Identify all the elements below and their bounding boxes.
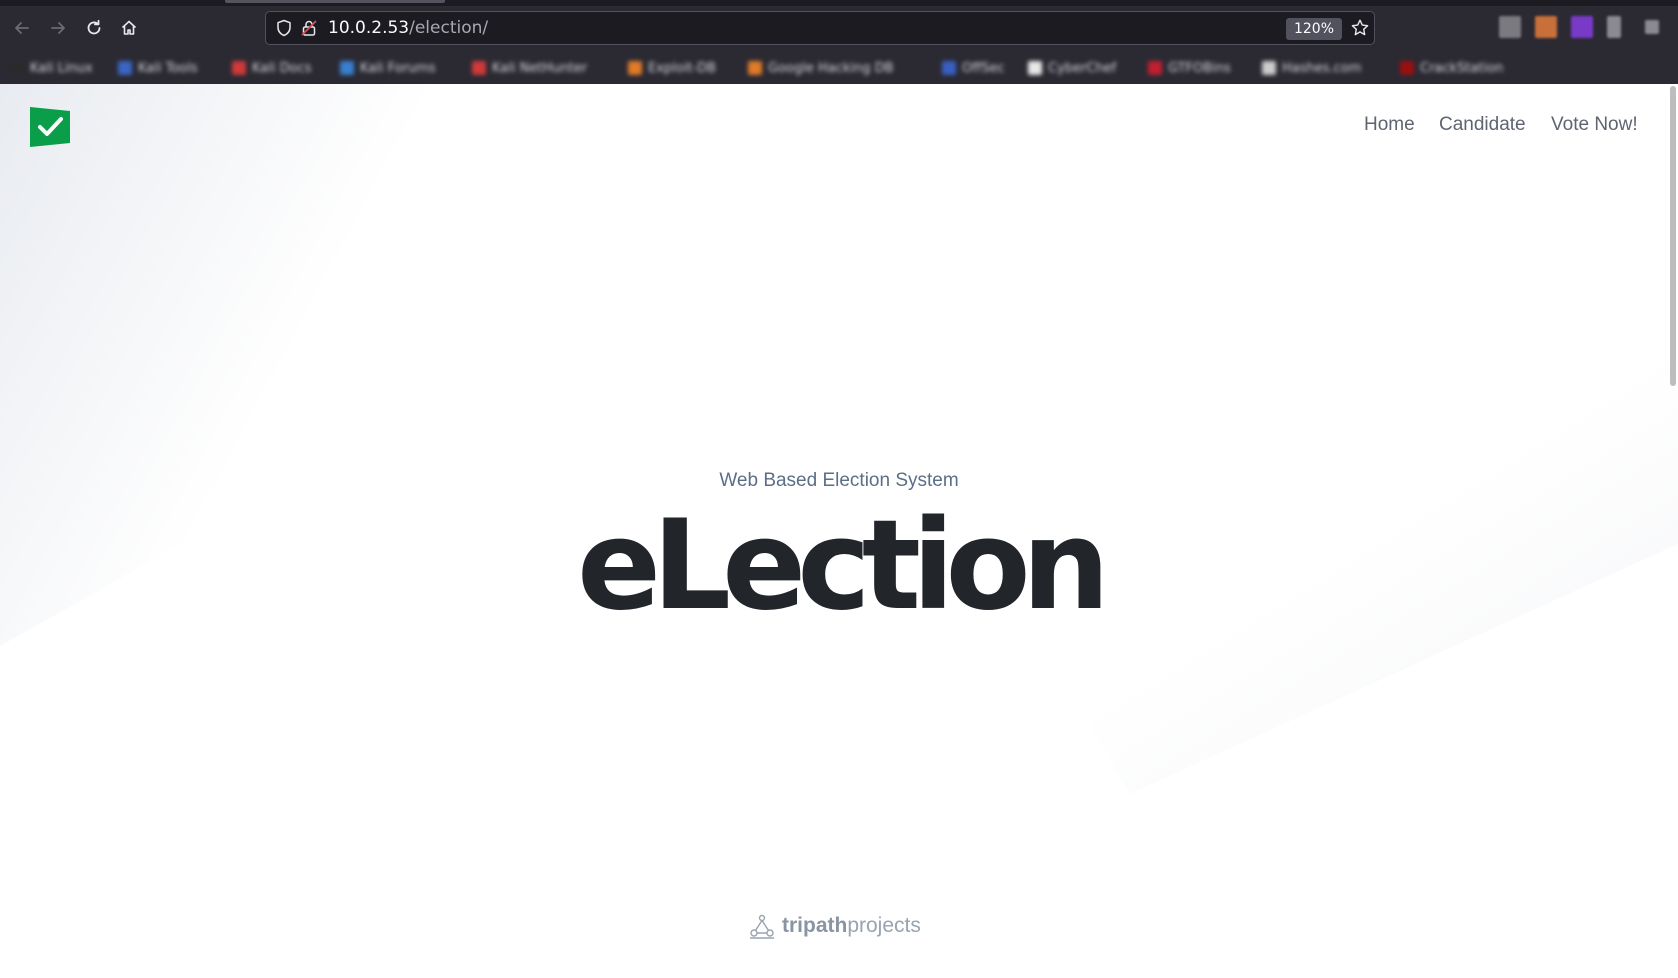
bookmark-item[interactable]: Kali NetHunter: [472, 58, 587, 78]
bookmark-label: Kali Linux: [30, 60, 93, 76]
home-button[interactable]: [115, 14, 143, 42]
browser-toolbar: 10.0.2.53/election/ 120% Kali Linux Kali…: [0, 0, 1678, 84]
extension-icon[interactable]: [1535, 16, 1557, 38]
bookmark-star-icon[interactable]: [1350, 18, 1370, 38]
bookmark-label: Google Hacking DB: [768, 60, 894, 76]
bookmark-favicon-icon: [748, 61, 762, 75]
bookmark-label: CrackStation: [1420, 60, 1504, 76]
bookmark-label: Kali Tools: [138, 60, 198, 76]
nav-home-link[interactable]: Home: [1364, 114, 1415, 136]
bookmark-label: OffSec: [962, 60, 1005, 76]
bookmark-favicon-icon: [118, 61, 132, 75]
bookmark-item[interactable]: OffSec: [942, 58, 1005, 78]
bookmark-favicon-icon: [1148, 61, 1162, 75]
url-text[interactable]: 10.0.2.53/election/: [328, 18, 488, 38]
bookmark-item[interactable]: Exploit-DB: [628, 58, 716, 78]
bookmark-favicon-icon: [340, 61, 354, 75]
url-host: 10.0.2.53: [328, 18, 410, 38]
hero-subtitle: Web Based Election System: [719, 470, 959, 491]
reload-button[interactable]: [80, 14, 108, 42]
hero-title: eLection: [577, 494, 1110, 638]
bookmarks-toolbar: Kali Linux Kali Tools Kali Docs Kali For…: [0, 52, 1678, 82]
bookmark-item[interactable]: Kali Forums: [340, 58, 436, 78]
page-scrollbar[interactable]: [1670, 86, 1676, 386]
address-bar[interactable]: 10.0.2.53/election/ 120%: [265, 11, 1375, 45]
reload-icon: [87, 19, 101, 35]
extension-icon[interactable]: [1499, 16, 1521, 38]
home-icon: [121, 20, 137, 35]
bookmark-item[interactable]: CrackStation: [1400, 58, 1503, 78]
nav-vote-now-link[interactable]: Vote Now!: [1551, 114, 1638, 136]
nav-candidate-link[interactable]: Candidate: [1439, 114, 1526, 136]
extension-icon[interactable]: [1607, 16, 1621, 38]
back-button[interactable]: [8, 14, 36, 42]
tripath-logo-icon: [750, 914, 774, 939]
bookmark-label: Exploit-DB: [648, 60, 717, 76]
bookmark-item[interactable]: Kali Linux: [10, 58, 93, 78]
bookmark-favicon-icon: [10, 61, 24, 75]
bookmark-favicon-icon: [1400, 61, 1414, 75]
bookmark-label: Kali Docs: [252, 60, 312, 76]
zoom-indicator[interactable]: 120%: [1286, 18, 1342, 40]
bookmark-item[interactable]: Kali Docs: [232, 58, 312, 78]
bookmark-favicon-icon: [628, 61, 642, 75]
tracking-protection-shield-icon[interactable]: [275, 19, 293, 37]
forward-button[interactable]: [44, 14, 72, 42]
bookmark-label: Kali Forums: [360, 60, 436, 76]
bookmark-item[interactable]: Kali Tools: [118, 58, 198, 78]
bookmark-item[interactable]: Google Hacking DB: [748, 58, 894, 78]
back-arrow-icon: [15, 22, 29, 34]
bookmark-label: Kali NetHunter: [492, 60, 588, 76]
forward-arrow-icon: [51, 22, 65, 34]
bookmark-item[interactable]: Hashes.com: [1262, 58, 1361, 78]
site-logo-check-icon[interactable]: [30, 105, 72, 147]
extension-icon[interactable]: [1571, 16, 1593, 38]
bookmark-favicon-icon: [1028, 61, 1042, 75]
insecure-lock-icon[interactable]: [300, 19, 318, 37]
menu-icon[interactable]: [1645, 20, 1659, 34]
footer-brand-light: projects: [847, 914, 921, 937]
bookmark-favicon-icon: [232, 61, 246, 75]
bookmark-item[interactable]: CyberChef: [1028, 58, 1116, 78]
footer-brand[interactable]: tripath projects: [748, 912, 921, 940]
page-viewport: Home Candidate Vote Now! Web Based Elect…: [0, 84, 1678, 978]
bookmark-favicon-icon: [942, 61, 956, 75]
footer-brand-bold: tripath: [782, 914, 848, 937]
bookmark-item[interactable]: GTFOBins: [1148, 58, 1231, 78]
bookmark-favicon-icon: [1262, 61, 1276, 75]
url-path: /election/: [409, 18, 489, 38]
bookmark-label: CyberChef: [1048, 60, 1117, 76]
bookmark-favicon-icon: [472, 61, 486, 75]
active-tab-indicator[interactable]: [225, 0, 445, 3]
bookmark-label: GTFOBins: [1168, 60, 1231, 76]
bookmark-label: Hashes.com: [1282, 60, 1362, 76]
